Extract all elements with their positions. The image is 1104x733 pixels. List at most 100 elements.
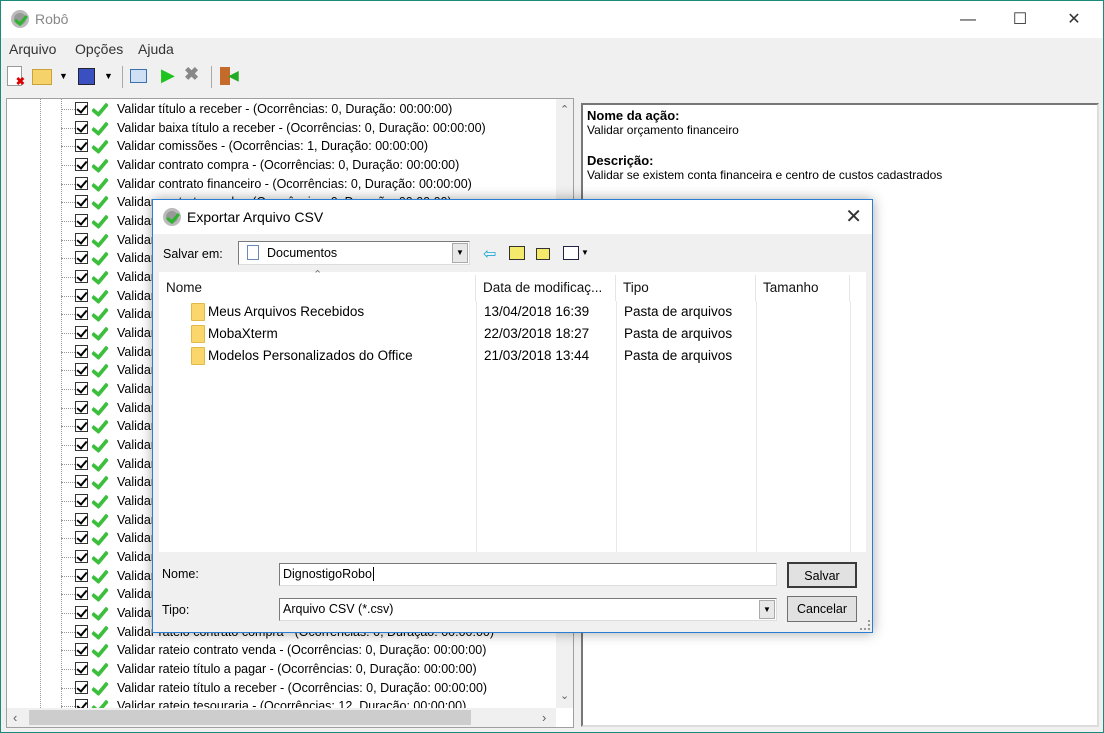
checkbox[interactable] [75,139,88,153]
checkbox[interactable] [75,382,88,396]
checkbox[interactable] [75,251,88,265]
resize-grip[interactable] [860,620,870,630]
maximize-button[interactable]: ☐ [997,7,1043,33]
view-menu-icon[interactable] [563,246,579,260]
tree-row[interactable]: Validar rateio título a pagar - (Ocorrên… [7,658,556,679]
save-dropdown-icon[interactable]: ▼ [104,71,124,91]
checkbox[interactable] [75,270,88,284]
tree-connector [61,202,75,204]
run-icon[interactable]: ▶ [161,65,181,85]
file-list[interactable]: ⌃ Nome Data de modificaç... Tipo Tamanho… [159,269,866,552]
tree-connector [61,183,75,185]
checkbox[interactable] [75,699,88,708]
filename-input[interactable]: DignostigoRobo [279,563,777,586]
checkbox[interactable] [75,326,88,340]
tree-row-label: Validar contrato compra - (Ocorrências: … [117,158,460,172]
checkbox[interactable] [75,512,88,526]
tree-row[interactable]: Validar rateio tesouraria - (Ocorrências… [7,696,556,708]
file-row[interactable]: Meus Arquivos Recebidos 13/04/2018 16:39 P… [159,302,859,324]
stop-icon[interactable]: ✖ [184,64,204,84]
checkbox[interactable] [75,680,88,694]
open-folder-icon[interactable] [32,69,52,85]
checkbox[interactable] [75,419,88,433]
column-header-tipo[interactable]: Tipo [616,275,756,301]
dialog-close-button[interactable]: ✕ [845,204,862,229]
checkbox[interactable] [75,662,88,676]
tree-row[interactable]: Validar comissões - (Ocorrências: 1, Dur… [7,135,556,156]
view-dropdown-icon[interactable]: ▼ [581,248,589,257]
tree-connector [61,482,75,484]
success-check-icon [91,304,109,323]
tree-row-label: Validar [117,214,155,229]
checkbox[interactable] [75,438,88,452]
checkbox[interactable] [75,102,88,115]
tree-connector [61,426,75,428]
checkbox[interactable] [75,363,88,377]
column-header-data[interactable]: Data de modificaç... [476,275,616,301]
column-header-tamanho[interactable]: Tamanho [756,275,850,301]
tree-row[interactable]: Validar contrato financeiro - (Ocorrênci… [7,173,556,194]
menu-opcoes[interactable]: Opções [75,41,123,57]
column-header-nome[interactable]: Nome [159,275,476,301]
export-icon[interactable] [130,69,147,83]
file-row[interactable]: Modelos Personalizados do Office 21/03/20… [159,346,859,368]
tree-row[interactable]: Validar título a receber - (Ocorrências:… [7,99,556,119]
save-button[interactable]: Salvar [787,562,857,588]
checkbox[interactable] [75,550,88,564]
file-type: Pasta de arquivos [624,304,733,319]
scroll-right-icon[interactable]: › [542,710,546,725]
cancel-button[interactable]: Cancelar [787,596,857,622]
success-check-icon [91,677,109,697]
tree-row[interactable]: Validar rateio título a receber - (Ocorr… [7,677,556,698]
scroll-up-icon[interactable]: ⌃ [560,103,569,116]
scroll-down-icon[interactable]: ⌄ [560,689,569,702]
tree-row[interactable]: Validar contrato compra - (Ocorrências: … [7,154,556,175]
success-check-icon [91,416,109,435]
title-bar: Robô — ☐ ✕ [1,1,1103,38]
checkbox[interactable] [75,475,88,489]
filetype-select[interactable]: Arquivo CSV (*.csv) ▼ [279,598,777,621]
scrollbar-thumb[interactable] [29,710,471,725]
exit-icon[interactable]: ◀ [220,67,239,85]
up-folder-icon[interactable] [509,246,525,260]
tree-row-label: Validar rateio título a receber - (Ocorr… [117,680,488,695]
file-row[interactable]: MobaXterm 22/03/2018 18:27 Pasta de arquiv… [159,324,859,346]
checkbox[interactable] [75,307,88,321]
checkbox[interactable] [75,606,88,620]
checkbox[interactable] [75,195,88,209]
checkbox[interactable] [75,531,88,545]
chevron-down-icon[interactable]: ▼ [452,243,468,263]
minimize-button[interactable]: — [945,7,991,33]
success-check-icon [91,696,109,708]
success-check-icon [91,360,109,379]
scroll-left-icon[interactable]: ‹ [13,710,17,725]
checkbox[interactable] [75,158,88,171]
checkbox[interactable] [75,643,88,657]
menu-ajuda[interactable]: Ajuda [138,41,174,57]
checkbox[interactable] [75,214,88,228]
checkbox[interactable] [75,494,88,508]
checkbox[interactable] [75,176,88,190]
checkbox[interactable] [75,344,88,358]
new-folder-icon[interactable] [536,248,550,260]
checkbox[interactable] [75,456,88,470]
chevron-down-icon[interactable]: ▼ [759,600,775,619]
horizontal-scrollbar[interactable]: ‹ › [7,708,556,727]
back-icon[interactable]: ⇦ [483,244,496,264]
checkbox[interactable] [75,232,88,246]
tree-row[interactable]: Validar baixa título a receber - (Ocorrê… [7,117,556,138]
checkbox[interactable] [75,288,88,302]
tree-row[interactable]: Validar rateio contrato venda - (Ocorrên… [7,640,556,660]
checkbox[interactable] [75,568,88,582]
checkbox[interactable] [75,624,88,638]
menu-arquivo[interactable]: Arquivo [9,41,56,57]
save-in-select[interactable]: Documentos ▼ [238,241,470,265]
new-file-icon[interactable]: ✖ [7,66,25,88]
checkbox[interactable] [75,587,88,601]
open-dropdown-icon[interactable]: ▼ [59,71,79,91]
checkbox[interactable] [75,400,88,414]
checkbox[interactable] [75,120,88,134]
file-name: MobaXterm [208,326,278,341]
close-button[interactable]: ✕ [1051,7,1097,33]
save-icon[interactable] [78,68,95,85]
